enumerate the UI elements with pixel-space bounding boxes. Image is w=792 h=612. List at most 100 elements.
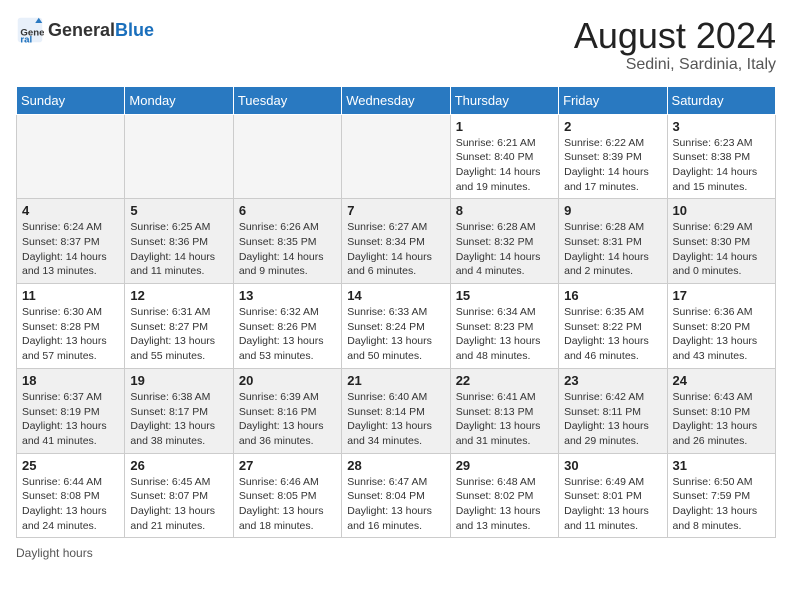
day-info: Sunrise: 6:28 AMSunset: 8:31 PMDaylight:… [564, 220, 661, 279]
calendar-cell [17, 114, 125, 199]
day-number: 3 [673, 119, 770, 134]
day-number: 11 [22, 288, 119, 303]
calendar-cell: 19 Sunrise: 6:38 AMSunset: 8:17 PMDayligh… [125, 368, 233, 453]
day-number: 4 [22, 203, 119, 218]
day-info: Sunrise: 6:31 AMSunset: 8:27 PMDaylight:… [130, 305, 227, 364]
calendar-cell: 28 Sunrise: 6:47 AMSunset: 8:04 PMDayligh… [342, 453, 450, 538]
week-row-4: 18 Sunrise: 6:37 AMSunset: 8:19 PMDayligh… [17, 368, 776, 453]
day-info: Sunrise: 6:30 AMSunset: 8:28 PMDaylight:… [22, 305, 119, 364]
calendar-title: August 2024 [574, 16, 776, 56]
day-number: 18 [22, 373, 119, 388]
day-info: Sunrise: 6:50 AMSunset: 7:59 PMDaylight:… [673, 475, 770, 534]
day-number: 16 [564, 288, 661, 303]
day-number: 6 [239, 203, 336, 218]
calendar-cell: 16 Sunrise: 6:35 AMSunset: 8:22 PMDayligh… [559, 284, 667, 369]
day-number: 19 [130, 373, 227, 388]
weekday-header-tuesday: Tuesday [233, 86, 341, 114]
calendar-cell: 10Sunrise: 6:29 AMSunset: 8:30 PMDayligh… [667, 199, 775, 284]
day-info: Sunrise: 6:33 AMSunset: 8:24 PMDaylight:… [347, 305, 444, 364]
day-info: Sunrise: 6:22 AMSunset: 8:39 PMDaylight:… [564, 136, 661, 195]
calendar-cell [342, 114, 450, 199]
calendar-cell: 18 Sunrise: 6:37 AMSunset: 8:19 PMDayligh… [17, 368, 125, 453]
calendar-cell: 6 Sunrise: 6:26 AMSunset: 8:35 PMDaylight… [233, 199, 341, 284]
weekday-header-monday: Monday [125, 86, 233, 114]
day-number: 15 [456, 288, 553, 303]
calendar-cell: 26 Sunrise: 6:45 AMSunset: 8:07 PMDayligh… [125, 453, 233, 538]
footer-note: Daylight hours [16, 546, 776, 560]
weekday-header-friday: Friday [559, 86, 667, 114]
calendar-cell: 21 Sunrise: 6:40 AMSunset: 8:14 PMDayligh… [342, 368, 450, 453]
day-info: Sunrise: 6:27 AMSunset: 8:34 PMDaylight:… [347, 220, 444, 279]
calendar-cell [125, 114, 233, 199]
week-row-1: 1Sunrise: 6:21 AMSunset: 8:40 PMDaylight… [17, 114, 776, 199]
day-info: Sunrise: 6:36 AMSunset: 8:20 PMDaylight:… [673, 305, 770, 364]
day-number: 20 [239, 373, 336, 388]
day-info: Sunrise: 6:24 AMSunset: 8:37 PMDaylight:… [22, 220, 119, 279]
day-info: Sunrise: 6:28 AMSunset: 8:32 PMDaylight:… [456, 220, 553, 279]
day-info: Sunrise: 6:23 AMSunset: 8:38 PMDaylight:… [673, 136, 770, 195]
day-number: 22 [456, 373, 553, 388]
calendar-cell: 8 Sunrise: 6:28 AMSunset: 8:32 PMDaylight… [450, 199, 558, 284]
day-number: 28 [347, 458, 444, 473]
day-number: 31 [673, 458, 770, 473]
calendar-cell: 20Sunrise: 6:39 AMSunset: 8:16 PMDayligh… [233, 368, 341, 453]
calendar-cell: 1Sunrise: 6:21 AMSunset: 8:40 PMDaylight… [450, 114, 558, 199]
weekday-header-wednesday: Wednesday [342, 86, 450, 114]
day-number: 14 [347, 288, 444, 303]
calendar-cell: 25 Sunrise: 6:44 AMSunset: 8:08 PMDayligh… [17, 453, 125, 538]
calendar-cell: 17 Sunrise: 6:36 AMSunset: 8:20 PMDayligh… [667, 284, 775, 369]
day-number: 8 [456, 203, 553, 218]
day-number: 2 [564, 119, 661, 134]
calendar-cell: 5 Sunrise: 6:25 AMSunset: 8:36 PMDaylight… [125, 199, 233, 284]
day-number: 10 [673, 203, 770, 218]
day-info: Sunrise: 6:34 AMSunset: 8:23 PMDaylight:… [456, 305, 553, 364]
calendar-cell: 13Sunrise: 6:32 AMSunset: 8:26 PMDayligh… [233, 284, 341, 369]
calendar-cell: 11 Sunrise: 6:30 AMSunset: 8:28 PMDayligh… [17, 284, 125, 369]
day-info: Sunrise: 6:25 AMSunset: 8:36 PMDaylight:… [130, 220, 227, 279]
day-info: Sunrise: 6:37 AMSunset: 8:19 PMDaylight:… [22, 390, 119, 449]
header: Gene ral GeneralBlue August 2024 Sedini,… [16, 16, 776, 74]
calendar-cell: 22Sunrise: 6:41 AMSunset: 8:13 PMDayligh… [450, 368, 558, 453]
day-number: 9 [564, 203, 661, 218]
day-number: 5 [130, 203, 227, 218]
calendar-cell: 2 Sunrise: 6:22 AMSunset: 8:39 PMDaylight… [559, 114, 667, 199]
title-area: August 2024 Sedini, Sardinia, Italy [574, 16, 776, 74]
day-info: Sunrise: 6:32 AMSunset: 8:26 PMDaylight:… [239, 305, 336, 364]
calendar-cell: 14 Sunrise: 6:33 AMSunset: 8:24 PMDayligh… [342, 284, 450, 369]
calendar-cell: 27 Sunrise: 6:46 AMSunset: 8:05 PMDayligh… [233, 453, 341, 538]
weekday-header-sunday: Sunday [17, 86, 125, 114]
day-info: Sunrise: 6:44 AMSunset: 8:08 PMDaylight:… [22, 475, 119, 534]
day-info: Sunrise: 6:40 AMSunset: 8:14 PMDaylight:… [347, 390, 444, 449]
day-number: 26 [130, 458, 227, 473]
calendar-cell: 31 Sunrise: 6:50 AMSunset: 7:59 PMDayligh… [667, 453, 775, 538]
day-number: 17 [673, 288, 770, 303]
week-row-5: 25 Sunrise: 6:44 AMSunset: 8:08 PMDayligh… [17, 453, 776, 538]
calendar-cell: 30Sunrise: 6:49 AMSunset: 8:01 PMDayligh… [559, 453, 667, 538]
calendar-table: SundayMondayTuesdayWednesdayThursdayFrid… [16, 86, 776, 539]
day-info: Sunrise: 6:43 AMSunset: 8:10 PMDaylight:… [673, 390, 770, 449]
day-info: Sunrise: 6:47 AMSunset: 8:04 PMDaylight:… [347, 475, 444, 534]
logo-text-general: General [48, 20, 115, 40]
day-number: 24 [673, 373, 770, 388]
day-number: 21 [347, 373, 444, 388]
day-number: 27 [239, 458, 336, 473]
calendar-cell: 3 Sunrise: 6:23 AMSunset: 8:38 PMDaylight… [667, 114, 775, 199]
calendar-cell: 7 Sunrise: 6:27 AMSunset: 8:34 PMDaylight… [342, 199, 450, 284]
day-number: 23 [564, 373, 661, 388]
week-row-3: 11 Sunrise: 6:30 AMSunset: 8:28 PMDayligh… [17, 284, 776, 369]
day-number: 25 [22, 458, 119, 473]
day-number: 12 [130, 288, 227, 303]
day-info: Sunrise: 6:48 AMSunset: 8:02 PMDaylight:… [456, 475, 553, 534]
day-info: Sunrise: 6:45 AMSunset: 8:07 PMDaylight:… [130, 475, 227, 534]
day-info: Sunrise: 6:26 AMSunset: 8:35 PMDaylight:… [239, 220, 336, 279]
day-number: 7 [347, 203, 444, 218]
calendar-cell: 9 Sunrise: 6:28 AMSunset: 8:31 PMDaylight… [559, 199, 667, 284]
calendar-subtitle: Sedini, Sardinia, Italy [574, 56, 776, 74]
day-info: Sunrise: 6:38 AMSunset: 8:17 PMDaylight:… [130, 390, 227, 449]
day-info: Sunrise: 6:46 AMSunset: 8:05 PMDaylight:… [239, 475, 336, 534]
day-info: Sunrise: 6:35 AMSunset: 8:22 PMDaylight:… [564, 305, 661, 364]
calendar-cell: 15 Sunrise: 6:34 AMSunset: 8:23 PMDayligh… [450, 284, 558, 369]
weekday-header-row: SundayMondayTuesdayWednesdayThursdayFrid… [17, 86, 776, 114]
weekday-header-saturday: Saturday [667, 86, 775, 114]
calendar-cell: 12 Sunrise: 6:31 AMSunset: 8:27 PMDayligh… [125, 284, 233, 369]
